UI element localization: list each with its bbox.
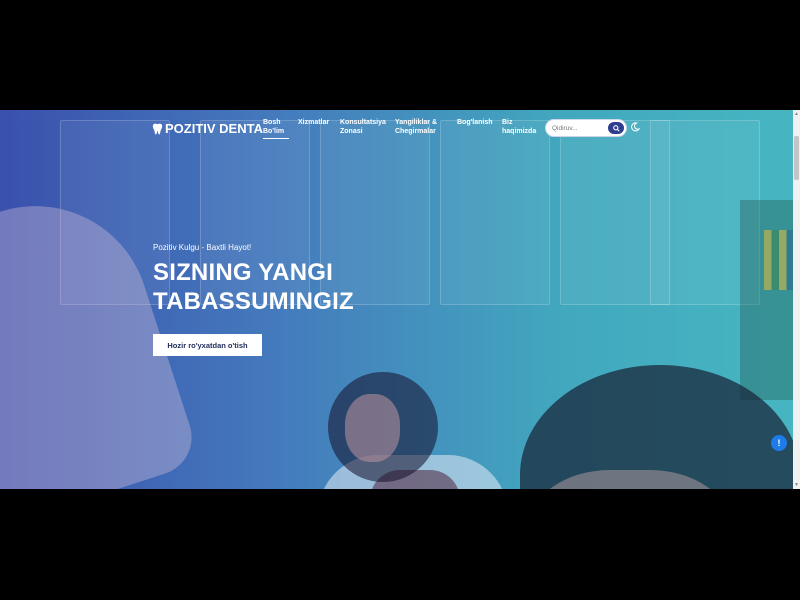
search-icon bbox=[612, 124, 620, 132]
register-now-button[interactable]: Hozir ro'yxatdan o'tish bbox=[153, 334, 262, 356]
page-viewport: POZITIV DENTA Bosh Bo'lim Xizmatlar Kons… bbox=[0, 110, 800, 489]
top-navigation: POZITIV DENTA Bosh Bo'lim Xizmatlar Kons… bbox=[0, 110, 800, 146]
brand-logo[interactable]: POZITIV DENTA bbox=[152, 121, 263, 136]
brand-name: POZITIV DENTA bbox=[165, 121, 263, 136]
background-person-face bbox=[345, 394, 400, 462]
search-button[interactable] bbox=[608, 122, 624, 134]
moon-icon[interactable] bbox=[630, 122, 640, 132]
nav-item-services[interactable]: Xizmatlar bbox=[298, 118, 338, 127]
background-books bbox=[764, 230, 794, 290]
hero-tagline: Pozitiv Kulgu - Baxtli Hayot! bbox=[153, 243, 252, 252]
info-icon: ! bbox=[777, 438, 781, 448]
floating-info-button[interactable]: ! bbox=[771, 435, 787, 451]
nav-item-home[interactable]: Bosh Bo'lim bbox=[263, 118, 289, 139]
page-scrollbar[interactable]: ▲ ▼ bbox=[793, 110, 800, 489]
scrollbar-thumb[interactable] bbox=[794, 136, 799, 180]
search-input[interactable] bbox=[552, 124, 608, 132]
nav-item-consultation[interactable]: Konsultatsiya Zonasi bbox=[340, 118, 390, 136]
search-box bbox=[545, 119, 627, 137]
scroll-up-arrow-icon[interactable]: ▲ bbox=[794, 111, 799, 117]
hero-headline: SIZNING YANGI TABASSUMINGIZ bbox=[153, 258, 354, 316]
scroll-down-arrow-icon[interactable]: ▼ bbox=[794, 482, 799, 488]
hero-headline-line1: SIZNING YANGI bbox=[153, 259, 333, 286]
nav-item-news[interactable]: Yangiliklar & Chegirmalar bbox=[395, 118, 443, 136]
nav-item-contact[interactable]: Bog'lanish bbox=[457, 118, 499, 127]
nav-item-about[interactable]: Biz haqimizda bbox=[502, 118, 542, 136]
hero-headline-line2: TABASSUMINGIZ bbox=[153, 288, 354, 315]
hero-section: POZITIV DENTA Bosh Bo'lim Xizmatlar Kons… bbox=[0, 110, 800, 489]
tooth-icon bbox=[152, 123, 163, 134]
